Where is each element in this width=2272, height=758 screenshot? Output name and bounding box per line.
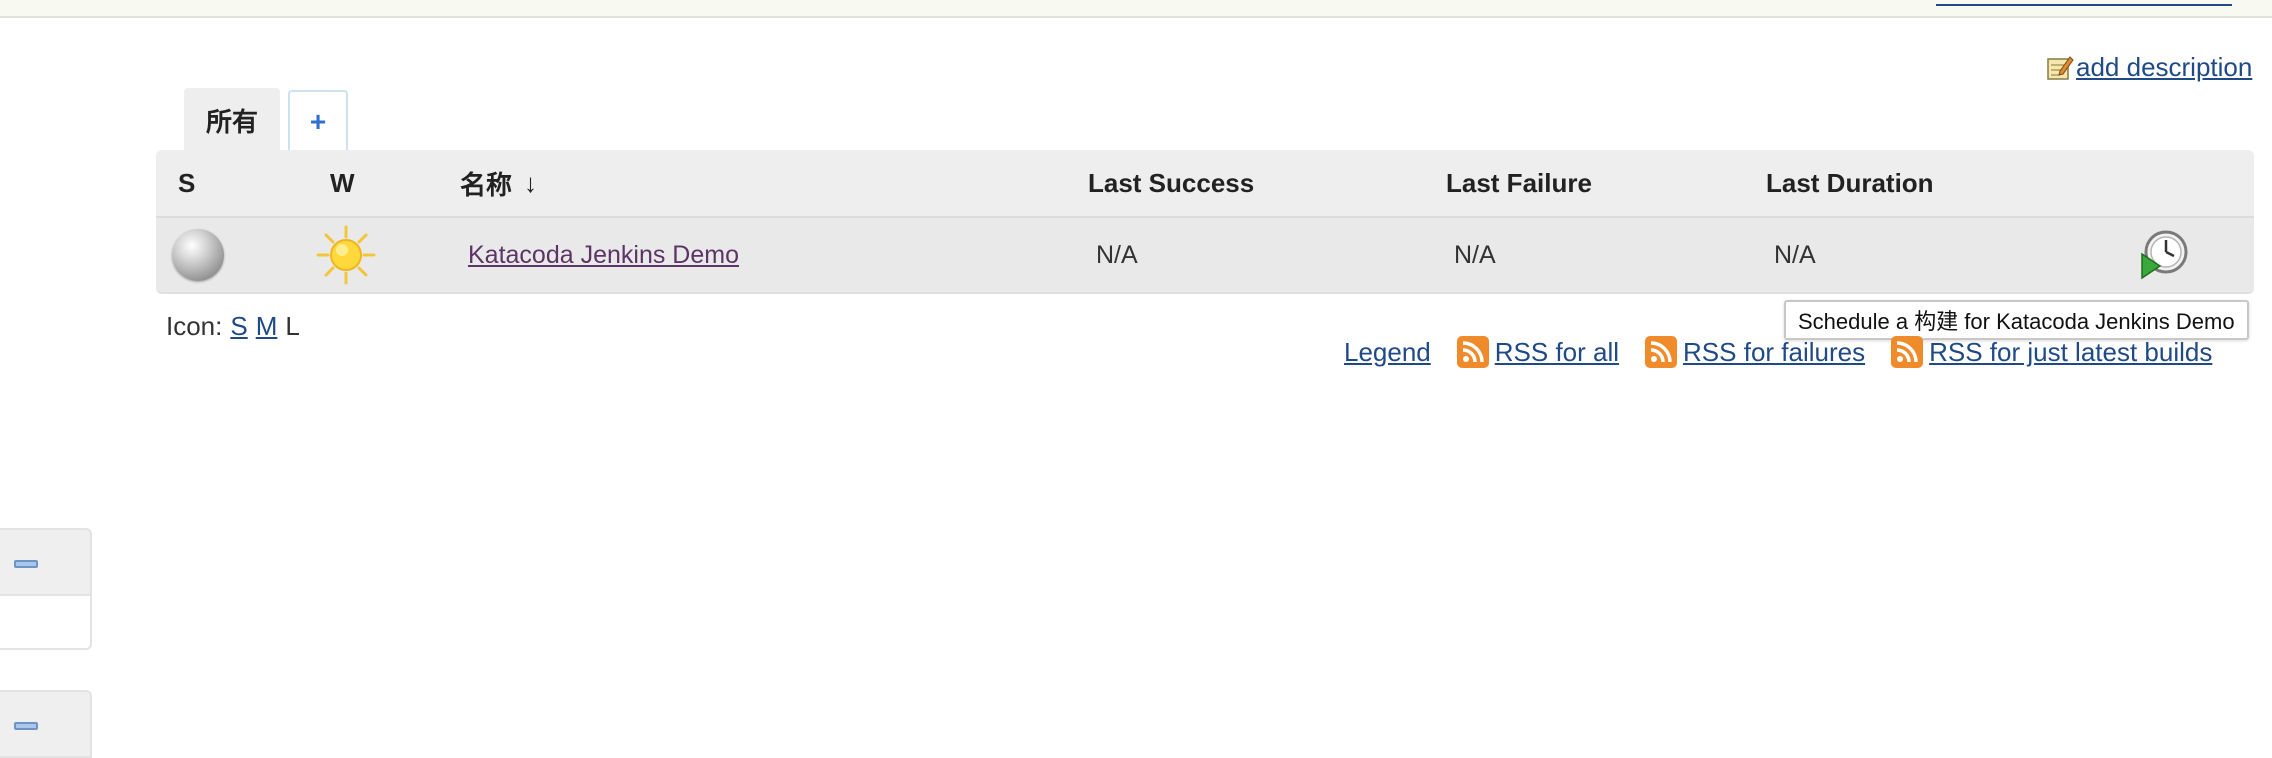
column-status[interactable]: S [178,150,195,216]
legend-link[interactable]: Legend [1344,337,1431,368]
last-failure-cell: N/A [1454,240,1496,269]
build-queue-panel-body [0,596,92,650]
tab-all[interactable]: 所有 [184,88,280,152]
sun-icon [316,225,376,285]
collapse-icon[interactable] [14,722,38,730]
rss-failures: RSS for failures [1645,336,1865,368]
job-link[interactable]: Katacoda Jenkins Demo [468,241,739,270]
jobs-table-header: S W 名称 ↓ Last Success Last Failure Last … [156,150,2254,218]
rss-icon [1891,336,1924,368]
icon-size-large: L [285,310,300,341]
schedule-build-icon[interactable] [2136,228,2190,282]
build-queue-panel-header [0,528,92,596]
last-success-cell: N/A [1096,240,1138,269]
action-cell [2136,218,2190,292]
executor-panel-header [0,690,92,758]
rss-latest: RSS for just latest builds [1891,336,2212,368]
add-description-link[interactable]: add description [2076,52,2252,83]
add-view-tab[interactable]: + [288,90,348,152]
icon-size-label: Icon: [166,310,223,341]
grey-ball-icon [172,229,224,281]
rss-bar: Legend RSS for all RSS for failures RSS … [1344,334,2212,370]
top-bar [0,0,2272,18]
rss-all-link[interactable]: RSS for all [1495,337,1619,368]
icon-size-medium[interactable]: M [256,311,278,342]
name-cell: Katacoda Jenkins Demo [468,218,739,292]
sort-down-icon: ↓ [524,167,538,198]
column-weather[interactable]: W [330,150,355,216]
add-description: add description [2046,50,2252,84]
rss-icon [1456,336,1489,368]
column-name[interactable]: 名称 ↓ [460,150,537,216]
notepad-icon [2046,53,2074,81]
top-bar-link[interactable] [1936,0,2232,6]
jenkins-dashboard: add description 所有 + S W 名称 ↓ Last Succe… [0,0,2272,758]
column-last-duration[interactable]: Last Duration [1766,150,1934,216]
column-last-failure[interactable]: Last Failure [1446,150,1592,216]
view-tabs: 所有 + [184,86,348,152]
rss-latest-link[interactable]: RSS for just latest builds [1929,337,2212,368]
rss-failures-link[interactable]: RSS for failures [1683,337,1865,368]
column-last-success[interactable]: Last Success [1088,150,1254,216]
icon-size-small[interactable]: S [230,311,247,342]
rss-icon [1645,336,1678,368]
weather-cell [316,218,376,292]
last-duration-cell: N/A [1774,240,1816,269]
column-name-label: 名称 [460,169,513,200]
status-cell [172,218,224,292]
collapse-icon[interactable] [14,560,38,568]
icon-size-selector: Icon: S M L [166,308,300,344]
table-row: Katacoda Jenkins Demo N/A N/A N/A [156,218,2254,294]
rss-all: RSS for all [1456,336,1619,368]
